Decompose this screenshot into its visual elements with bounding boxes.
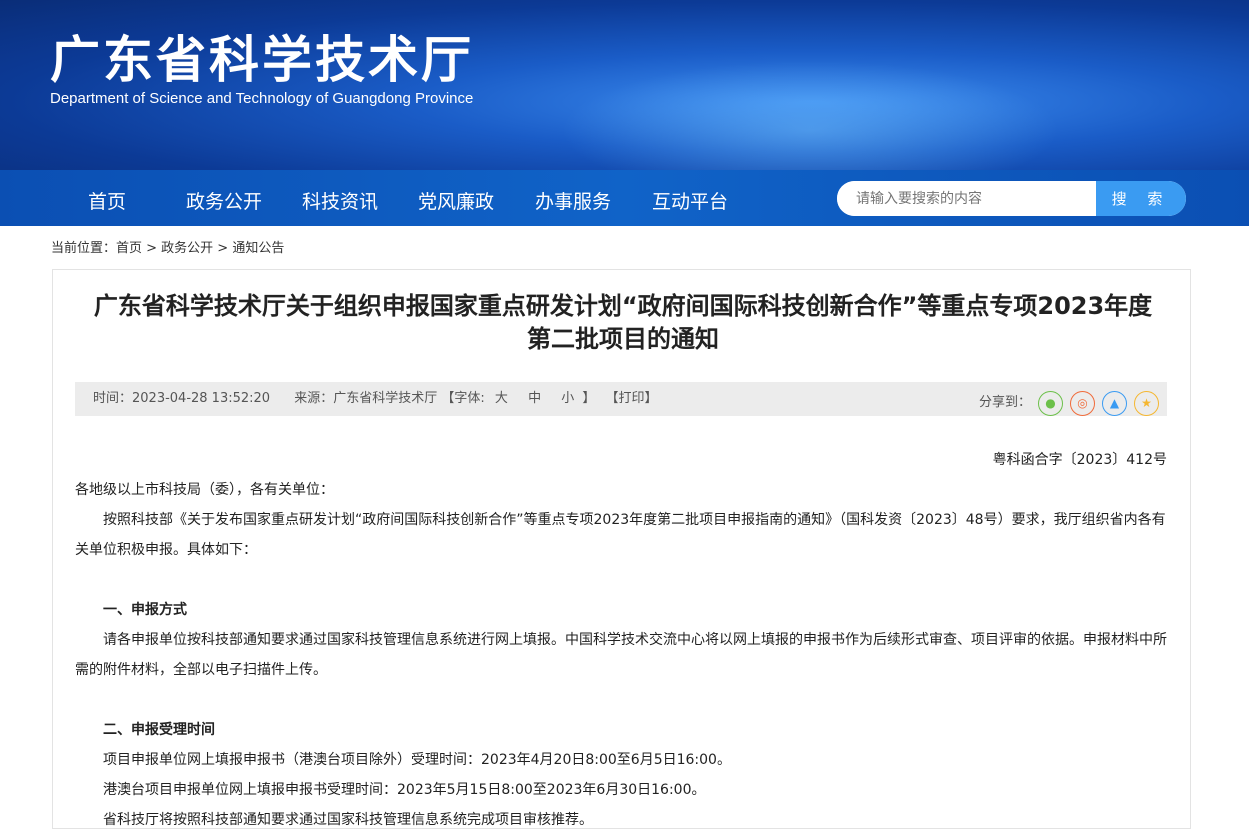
- section-heading: 一、申报方式: [103, 602, 187, 618]
- font-small-button[interactable]: 小: [561, 391, 574, 406]
- nav-party-integrity[interactable]: 党风廉政: [418, 187, 494, 214]
- banner-decoration: [560, 60, 1060, 170]
- qq-icon[interactable]: ▲: [1102, 390, 1127, 416]
- share-bar: 分享到： ● ◎ ▲ ★: [979, 386, 1159, 420]
- salutation: 各地级以上市科技局（委），各有关单位：: [75, 482, 334, 498]
- main-nav: 首页 政务公开 科技资讯 党风廉政 办事服务 互动平台 搜 索: [0, 170, 1249, 226]
- font-size-label: 【字体:: [441, 391, 485, 406]
- article-title: 广东省科学技术厅关于组织申报国家重点研发计划“政府间国际科技创新合作”等重点专项…: [93, 292, 1153, 353]
- header-banner: 广东省科学技术厅 Department of Science and Techn…: [0, 0, 1249, 170]
- article-meta: 时间：2023-04-28 13:52:20 来源：广东省科学技术厅 【字体: …: [75, 382, 1167, 416]
- intro-paragraph: 按照科技部《关于发布国家重点研发计划“政府间国际科技创新合作”等重点专项2023…: [75, 512, 1166, 558]
- font-large-button[interactable]: 大: [495, 391, 508, 406]
- paragraph: 省科技厅将按照科技部通知要求通过国家科技管理信息系统完成项目审核推荐。: [103, 812, 593, 828]
- source: 来源：广东省科学技术厅: [294, 391, 438, 406]
- publish-time: 时间：2023-04-28 13:52:20: [93, 391, 271, 406]
- search-button[interactable]: 搜 索: [1096, 181, 1186, 216]
- font-bracket: 】: [582, 391, 596, 406]
- paragraph: 项目申报单位网上填报申报书（港澳台项目除外）受理时间：2023年4月20日8:0…: [103, 752, 731, 768]
- wechat-icon[interactable]: ●: [1038, 390, 1063, 416]
- nav-interaction[interactable]: 互动平台: [652, 187, 728, 214]
- share-label: 分享到：: [978, 395, 1031, 410]
- nav-government-affairs[interactable]: 政务公开: [186, 187, 262, 214]
- weibo-icon[interactable]: ◎: [1070, 390, 1095, 416]
- article-body: 粤科函合字〔2023〕412号 各地级以上市科技局（委），各有关单位： 按照科技…: [75, 445, 1167, 835]
- article-container: 广东省科学技术厅关于组织申报国家重点研发计划“政府间国际科技创新合作”等重点专项…: [52, 269, 1191, 829]
- section-heading: 二、申报受理时间: [103, 722, 215, 738]
- favorite-icon[interactable]: ★: [1134, 390, 1159, 416]
- nav-services[interactable]: 办事服务: [535, 187, 611, 214]
- nav-tech-news[interactable]: 科技资讯: [302, 187, 378, 214]
- search-box: 搜 索: [837, 181, 1186, 216]
- search-input[interactable]: [837, 181, 1096, 216]
- paragraph: 请各申报单位按科技部通知要求通过国家科技管理信息系统进行网上填报。中国科学技术交…: [75, 632, 1167, 678]
- site-subtitle: Department of Science and Technology of …: [50, 90, 474, 107]
- breadcrumb: 当前位置：首页 > 政务公开 > 通知公告: [51, 241, 285, 256]
- paragraph: 港澳台项目申报单位网上填报申报书受理时间：2023年5月15日8:00至2023…: [103, 782, 706, 798]
- doc-number: 粤科函合字〔2023〕412号: [992, 452, 1167, 468]
- nav-home[interactable]: 首页: [88, 187, 126, 214]
- site-title: 广东省科学技术厅: [50, 31, 474, 89]
- font-medium-button[interactable]: 中: [528, 391, 541, 406]
- print-button[interactable]: 【打印】: [606, 391, 658, 406]
